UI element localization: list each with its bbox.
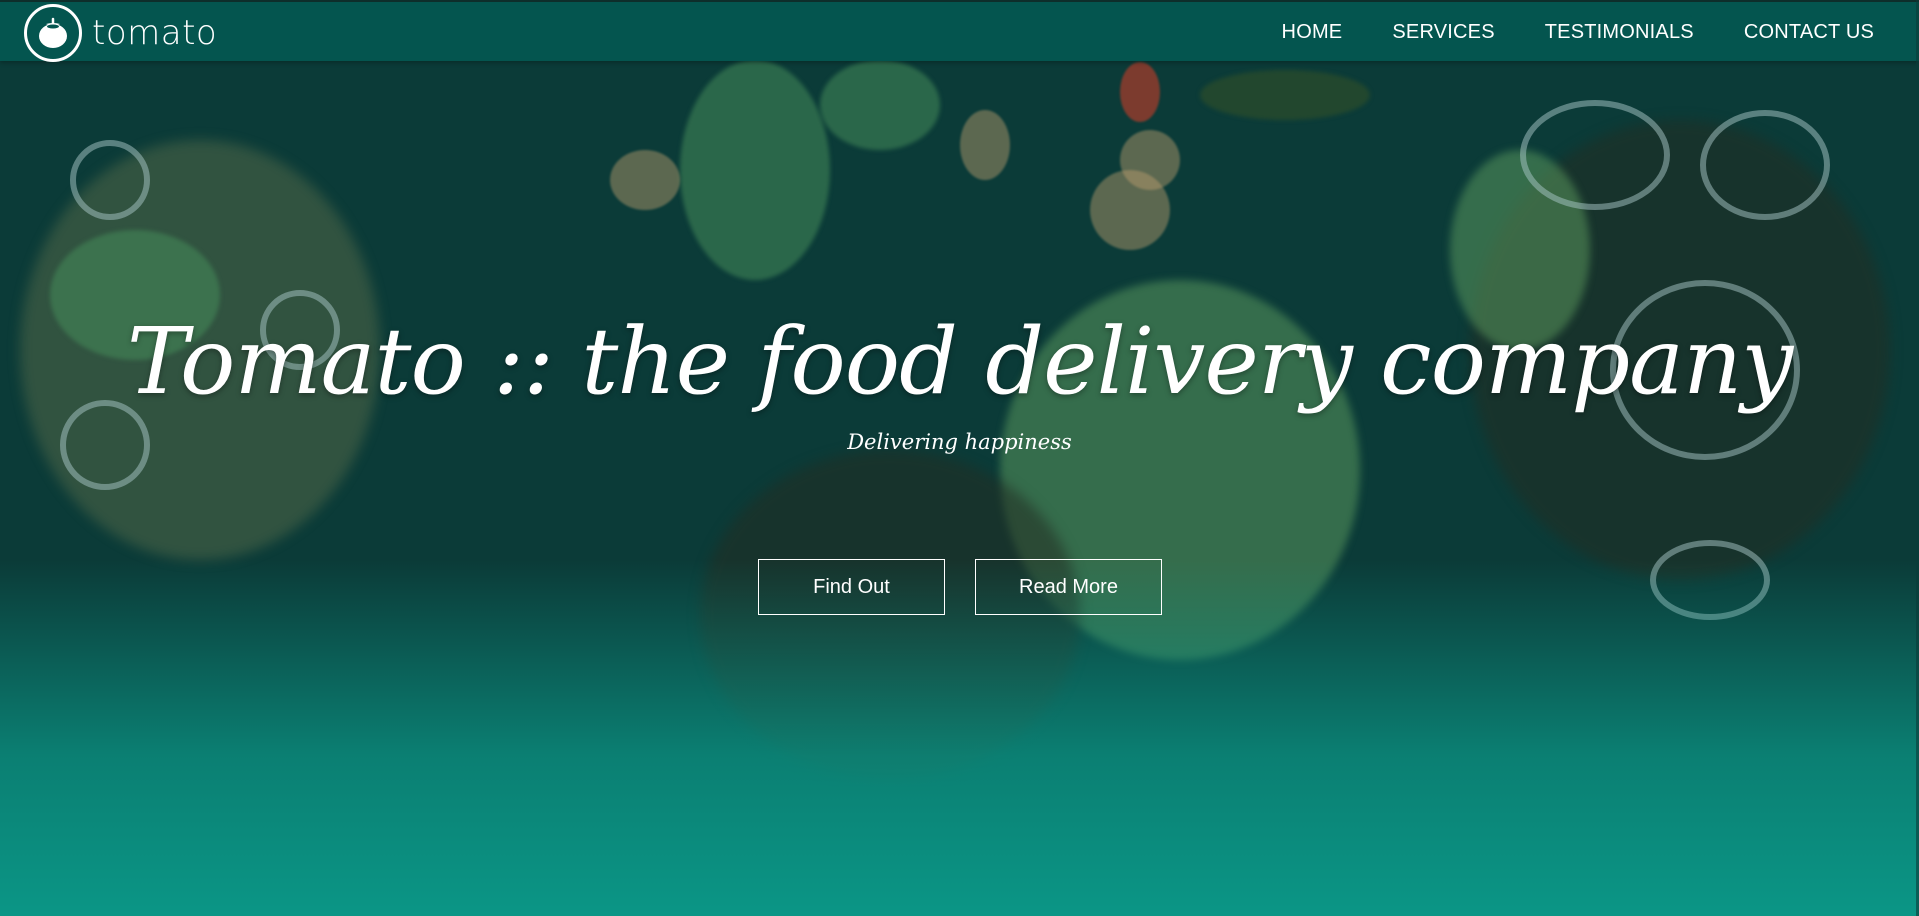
onion-ring [1520, 100, 1670, 210]
brand-name: tomato [92, 12, 218, 53]
main-nav: HOME SERVICES TESTIMONIALS CONTACT US [1282, 2, 1874, 63]
read-more-button[interactable]: Read More [975, 559, 1162, 615]
onion-ring [1700, 110, 1830, 220]
parsley-leaf [820, 60, 940, 150]
nav-home[interactable]: HOME [1282, 21, 1343, 44]
cashew [1120, 130, 1180, 190]
nav-services[interactable]: SERVICES [1392, 21, 1494, 44]
cashew [610, 150, 680, 210]
nav-contact-us[interactable]: CONTACT US [1744, 21, 1874, 44]
landing-page: tomato HOME SERVICES TESTIMONIALS CONTAC… [0, 0, 1919, 916]
hero-title: Tomato :: the food delivery company [126, 308, 1793, 415]
tomato-icon [24, 3, 82, 62]
parsley-leaf [680, 60, 830, 280]
leaf [1200, 70, 1370, 120]
find-out-button[interactable]: Find Out [758, 559, 945, 615]
nav-testimonials[interactable]: TESTIMONIALS [1545, 21, 1694, 44]
onion-ring [70, 140, 150, 220]
chili-pepper [1120, 62, 1160, 122]
brand-logo-link[interactable]: tomato [24, 2, 217, 63]
hero-subtitle: Delivering happiness [847, 430, 1072, 454]
top-navbar: tomato HOME SERVICES TESTIMONIALS CONTAC… [0, 0, 1919, 63]
cashew [960, 110, 1010, 180]
teal-gradient-overlay [0, 560, 1919, 916]
